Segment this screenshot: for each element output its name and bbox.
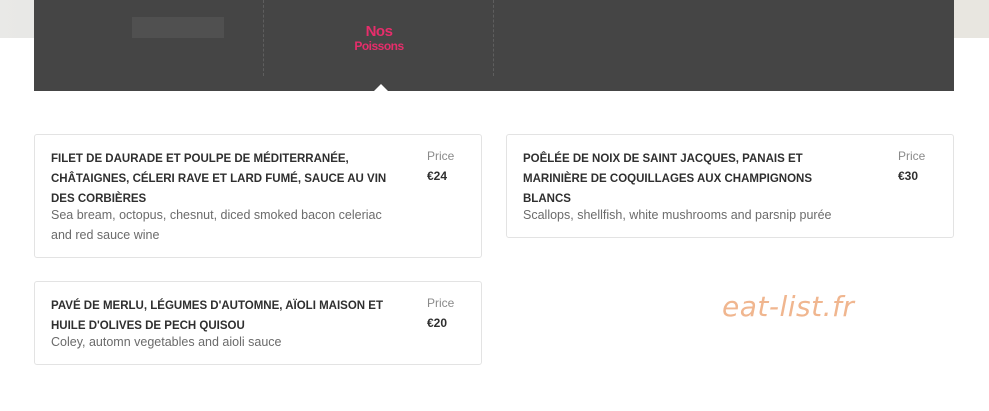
price-value: €20 bbox=[427, 316, 448, 330]
menu-item-name: POÊLÉE DE NOIX DE SAINT JACQUES, PANAIS … bbox=[523, 149, 812, 209]
menu-item-description-line: and red sauce wine bbox=[51, 228, 160, 242]
watermark: eat-list.fr bbox=[722, 290, 855, 323]
category-tab-bar bbox=[34, 0, 954, 91]
tab-label-line2: Poissons bbox=[354, 39, 404, 53]
active-tab-indicator bbox=[374, 84, 388, 91]
price-label: Price bbox=[427, 296, 455, 310]
menu-item-name-line: FILET DE DAURADE ET POULPE DE MÉDITERRAN… bbox=[51, 153, 349, 165]
menu-item-name: PAVÉ DE MERLU, LÉGUMES D'AUTOMNE, AÏOLI … bbox=[51, 296, 383, 336]
menu-item-name-line: PAVÉ DE MERLU, LÉGUMES D'AUTOMNE, AÏOLI … bbox=[51, 300, 383, 312]
tab-previous-category[interactable] bbox=[132, 17, 224, 38]
price-label: Price bbox=[427, 149, 455, 163]
tab-label-line1: Nos bbox=[365, 23, 393, 40]
menu-item-name-line: MARINIÈRE DE COQUILLAGES AUX CHAMPIGNONS bbox=[523, 173, 813, 185]
menu-item-card: POÊLÉE DE NOIX DE SAINT JACQUES, PANAIS … bbox=[506, 134, 954, 238]
menu-item-description: Coley, automn vegetables and aioli sauce bbox=[51, 332, 281, 352]
menu-item-card: FILET DE DAURADE ET POULPE DE MÉDITERRAN… bbox=[34, 134, 482, 258]
menu-item-description-line: Sea bream, octopus, chesnut, diced smoke… bbox=[51, 208, 382, 222]
menu-item-description: Sea bream, octopus, chesnut, diced smoke… bbox=[51, 205, 382, 245]
menu-item-description-line: Coley, automn vegetables and aioli sauce bbox=[51, 335, 282, 349]
menu-item-name: FILET DE DAURADE ET POULPE DE MÉDITERRAN… bbox=[51, 149, 386, 209]
price-value: €30 bbox=[898, 169, 919, 183]
menu-item-name-line: CHÂTAIGNES, CÉLERI RAVE ET LARD FUMÉ, SA… bbox=[51, 173, 387, 185]
menu-item-card: PAVÉ DE MERLU, LÉGUMES D'AUTOMNE, AÏOLI … bbox=[34, 281, 482, 365]
tab-divider bbox=[493, 0, 494, 76]
menu-item-description-line: Scallops, shellfish, white mushrooms and… bbox=[523, 208, 832, 222]
tab-divider bbox=[263, 0, 264, 76]
price-label: Price bbox=[898, 149, 926, 163]
tab-nos-poissons[interactable]: Nos Poissons bbox=[265, 17, 493, 77]
price-value: €24 bbox=[427, 169, 448, 183]
menu-item-description: Scallops, shellfish, white mushrooms and… bbox=[523, 205, 832, 225]
menu-item-name-line: POÊLÉE DE NOIX DE SAINT JACQUES, PANAIS … bbox=[523, 153, 803, 165]
